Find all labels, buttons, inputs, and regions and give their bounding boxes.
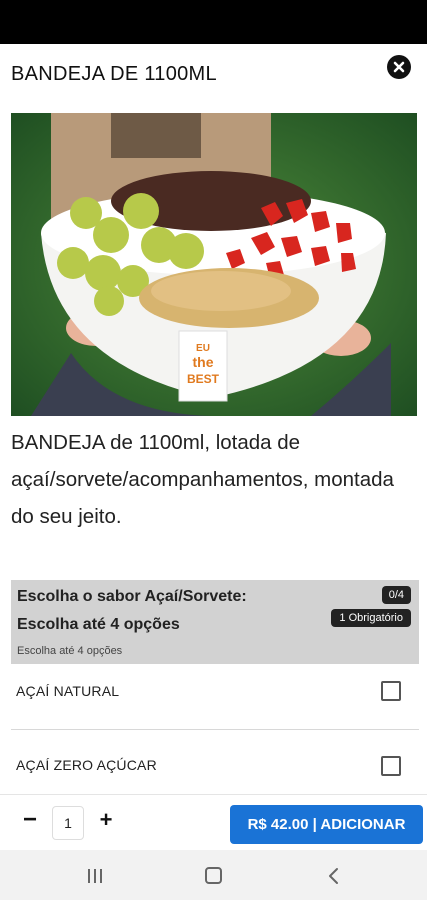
product-image: EU the BEST bbox=[11, 113, 417, 416]
cup-label-best: BEST bbox=[187, 372, 220, 386]
home-icon[interactable] bbox=[205, 867, 222, 884]
status-bar bbox=[0, 0, 427, 44]
option-label: AÇAÍ ZERO AÇÚCAR bbox=[16, 757, 157, 773]
required-badge: 1 Obrigatório bbox=[331, 609, 411, 627]
page-title: BANDEJA DE 1100ML bbox=[11, 63, 217, 85]
header: BANDEJA DE 1100ML bbox=[0, 44, 427, 104]
cup-label-eu: EU bbox=[196, 343, 210, 354]
option-group-subtitle: Escolha até 4 opções bbox=[17, 616, 180, 633]
option-acai-zero-acucar[interactable]: AÇAÍ ZERO AÇÚCAR bbox=[11, 730, 419, 796]
quantity-field[interactable]: 1 bbox=[52, 806, 84, 840]
option-checkbox[interactable] bbox=[381, 681, 401, 701]
option-label: AÇAÍ NATURAL bbox=[16, 683, 120, 699]
decrease-quantity-button[interactable]: − bbox=[18, 807, 42, 835]
cup-label-the: the bbox=[193, 354, 214, 370]
option-group-header: Escolha o sabor Açaí/Sorvete: Escolha at… bbox=[11, 580, 419, 664]
option-acai-natural[interactable]: AÇAÍ NATURAL bbox=[11, 664, 419, 730]
option-group-hint: Escolha até 4 opções bbox=[17, 645, 123, 657]
increase-quantity-button[interactable]: + bbox=[94, 807, 118, 835]
recents-icon[interactable] bbox=[86, 868, 104, 884]
option-group-title: Escolha o sabor Açaí/Sorvete: bbox=[17, 588, 247, 605]
close-button[interactable] bbox=[387, 55, 411, 79]
product-description: BANDEJA de 1100ml, lotada de açaí/sorvet… bbox=[11, 431, 394, 528]
option-checkbox[interactable] bbox=[381, 756, 401, 776]
close-icon bbox=[393, 61, 405, 73]
selection-count-badge: 0/4 bbox=[381, 586, 411, 604]
system-nav-bar bbox=[0, 850, 427, 900]
back-icon[interactable] bbox=[326, 867, 342, 885]
add-to-cart-button[interactable]: R$ 42.00 | ADICIONAR bbox=[230, 805, 423, 844]
footer-bar: − 1 + R$ 42.00 | ADICIONAR bbox=[0, 794, 427, 850]
